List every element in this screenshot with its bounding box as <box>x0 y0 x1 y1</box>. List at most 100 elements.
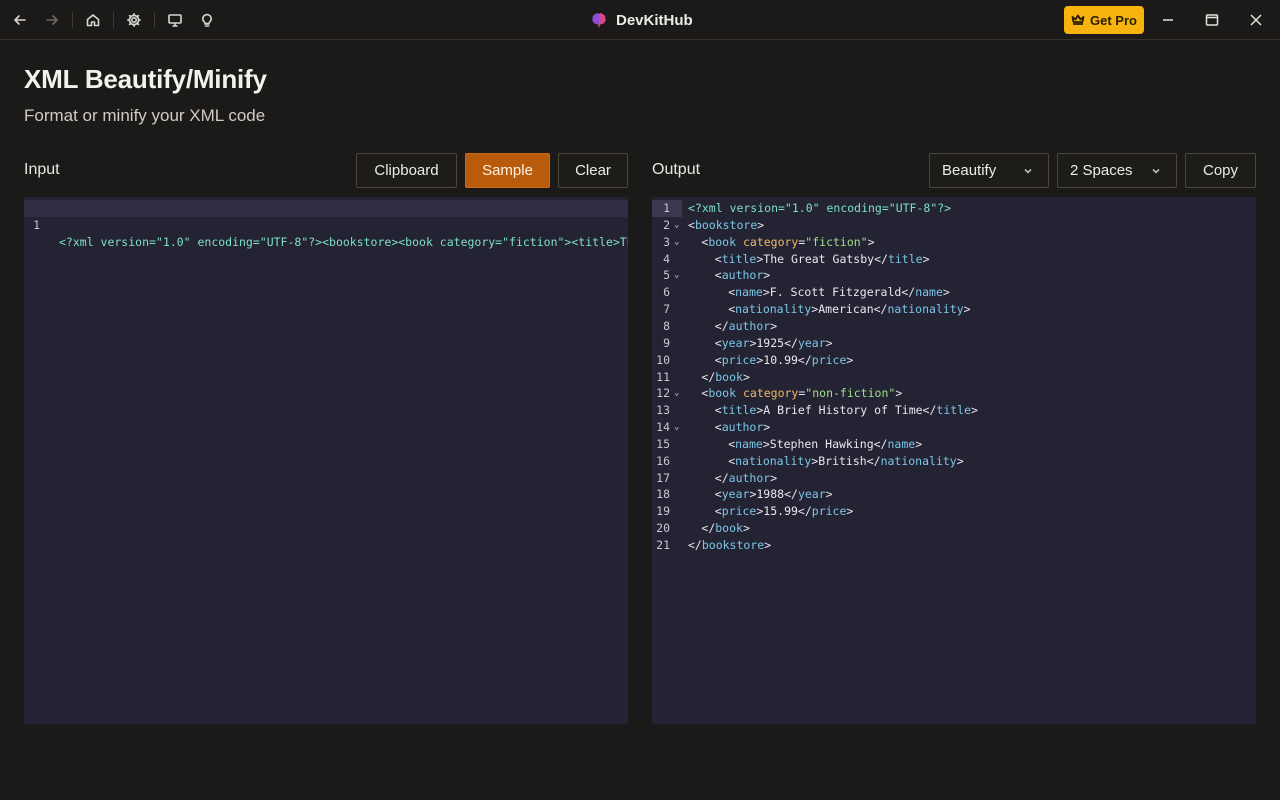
fold-chevron-icon[interactable]: ⌄ <box>674 423 682 432</box>
code-line[interactable]: <?xml version="1.0" encoding="UTF-8"?> <box>688 200 951 217</box>
code-token: < <box>714 352 722 367</box>
code-token: bookstore <box>694 217 758 232</box>
code-token: year <box>721 487 750 502</box>
code-token: book <box>708 386 737 401</box>
code-line[interactable]: <title>A Brief History of Time</title> <box>715 402 978 419</box>
lightbulb-icon[interactable] <box>195 8 219 32</box>
code-token: < <box>714 420 722 435</box>
editor-line: 18 <year>1988</year> <box>652 486 1256 503</box>
editor-line: 19 <price>15.99</price> <box>652 503 1256 520</box>
code-token: > <box>922 251 930 266</box>
code-token: > <box>846 504 854 519</box>
gear-icon[interactable] <box>122 8 146 32</box>
fold-chevron-icon[interactable]: ⌄ <box>674 271 682 280</box>
code-line[interactable]: <author> <box>715 419 770 436</box>
get-pro-button[interactable]: Get Pro <box>1064 6 1144 34</box>
copy-button[interactable]: Copy <box>1185 153 1256 188</box>
editor-line: 16 <nationality>British</nationality> <box>652 453 1256 470</box>
code-line[interactable]: <price>15.99</price> <box>715 503 854 520</box>
code-token: nationality <box>880 453 957 468</box>
code-token: 1925 <box>756 335 785 350</box>
code-token: price <box>721 352 757 367</box>
fold-chevron-icon[interactable]: ⌄ <box>674 237 682 246</box>
code-token: nationality <box>735 302 812 317</box>
editor-line: 6 <name>F. Scott Fitzgerald</name> <box>652 284 1256 301</box>
line-number: 13 <box>656 403 670 418</box>
mode-select[interactable]: Beautify <box>929 153 1049 188</box>
code-line[interactable]: </bookstore> <box>688 537 771 554</box>
line-number: 11 <box>656 369 670 384</box>
code-line[interactable]: <nationality>British</nationality> <box>728 453 963 470</box>
forward-arrow-icon[interactable] <box>40 8 64 32</box>
code-line[interactable]: </book> <box>701 369 750 386</box>
code-token: title <box>936 403 972 418</box>
line-number: 18 <box>656 487 670 502</box>
line-number: 1 <box>33 218 40 232</box>
back-arrow-icon[interactable] <box>8 8 32 32</box>
code-line[interactable]: </book> <box>701 520 750 537</box>
editor-line: 15 <name>Stephen Hawking</name> <box>652 436 1256 453</box>
code-token: American <box>818 302 874 317</box>
minimize-button[interactable] <box>1156 8 1180 32</box>
fold-chevron-icon[interactable]: ⌄ <box>674 389 682 398</box>
input-editor[interactable]: 1 <?xml version="1.0" encoding="UTF-8"?>… <box>24 197 628 724</box>
editor-line: 1 <?xml version="1.0" encoding="UTF-8"?>… <box>24 200 628 249</box>
chevron-down-icon <box>1152 168 1160 174</box>
toolbar-divider <box>72 12 73 28</box>
editor-line: 5 ⌄ <author> <box>652 267 1256 284</box>
code-token: </ <box>701 521 716 536</box>
code-line[interactable]: <book category="non-fiction"> <box>701 385 902 402</box>
maximize-button[interactable] <box>1200 8 1224 32</box>
code-token: book <box>708 234 737 249</box>
line-number: 15 <box>656 436 670 451</box>
app-brand: DevKitHub <box>590 0 693 40</box>
home-icon[interactable] <box>81 8 105 32</box>
code-token: 15.99 <box>763 504 798 519</box>
output-editor[interactable]: 1 <?xml version="1.0" encoding="UTF-8"?> 2… <box>652 197 1256 724</box>
code-line[interactable]: <price>10.99</price> <box>715 352 854 369</box>
code-token: author <box>728 318 771 333</box>
code-token: < <box>714 403 722 418</box>
code-token: </ <box>797 504 812 519</box>
line-number: 4 <box>663 251 670 266</box>
code-token: > <box>742 369 750 384</box>
code-line[interactable]: <title>The Great Gatsby</title> <box>715 251 930 268</box>
code-line[interactable]: </author> <box>715 318 777 335</box>
code-token: book <box>715 521 743 536</box>
code-line[interactable]: <author> <box>715 267 770 284</box>
code-token: "non-fiction" <box>805 386 896 401</box>
output-label: Output <box>652 161 701 178</box>
editor-line: 10 <price>10.99</price> <box>652 352 1256 369</box>
code-token: </ <box>701 369 716 384</box>
code-token: nationality <box>735 453 812 468</box>
clear-button[interactable]: Clear <box>558 153 628 188</box>
code-line[interactable]: <name>F. Scott Fitzgerald</name> <box>728 284 950 301</box>
clipboard-button[interactable]: Clipboard <box>356 153 457 188</box>
code-token: "fiction" <box>805 234 868 249</box>
close-button[interactable] <box>1244 8 1268 32</box>
code-token: > <box>763 420 771 435</box>
code-line[interactable]: <year>1988</year> <box>715 486 833 503</box>
fold-chevron-icon[interactable]: ⌄ <box>674 220 682 229</box>
code-token: 1988 <box>756 487 785 502</box>
code-token: category <box>742 386 799 401</box>
code-line[interactable]: <nationality>American</nationality> <box>728 301 970 318</box>
editor-line: 21 </bookstore> <box>652 537 1256 554</box>
editor-line: 14 ⌄ <author> <box>652 419 1256 436</box>
code-token: </ <box>901 285 916 300</box>
line-number: 6 <box>663 285 670 300</box>
sample-button[interactable]: Sample <box>465 153 550 188</box>
indent-select[interactable]: 2 Spaces <box>1057 153 1177 188</box>
code-token: > <box>963 302 971 317</box>
code-line[interactable]: <name>Stephen Hawking</name> <box>728 436 922 453</box>
code-line[interactable]: </author> <box>715 470 777 487</box>
brain-logo-icon <box>592 13 606 27</box>
code-line[interactable]: <bookstore> <box>688 217 764 234</box>
code-token: British <box>818 453 867 468</box>
code-line[interactable]: <year>1925</year> <box>715 335 833 352</box>
page-subtitle: Format or minify your XML code <box>24 106 266 125</box>
monitor-icon[interactable] <box>163 8 187 32</box>
code-line[interactable]: <book category="fiction"> <box>701 234 874 251</box>
input-line-text[interactable]: <?xml version="1.0" encoding="UTF-8"?><b… <box>59 234 628 251</box>
